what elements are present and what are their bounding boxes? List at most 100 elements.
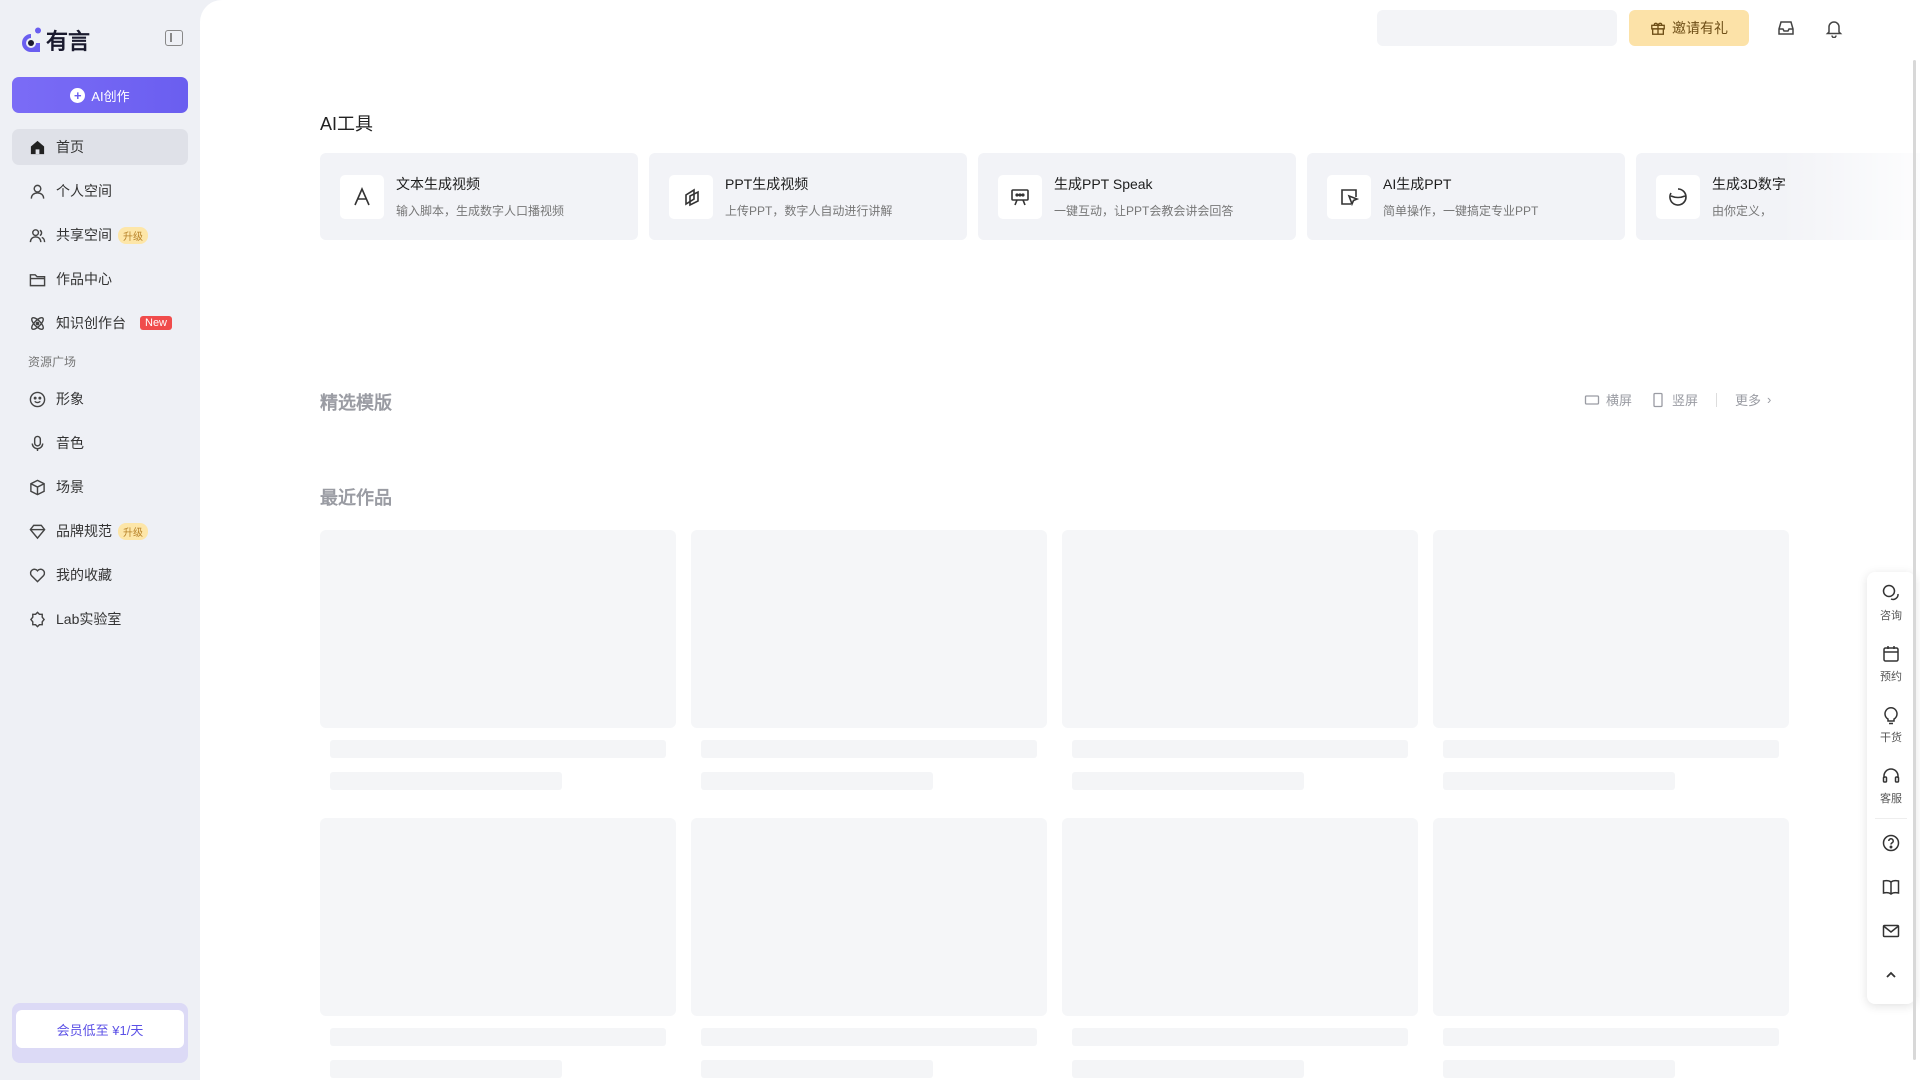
skeleton-line bbox=[330, 1028, 666, 1046]
more-label: 更多 bbox=[1735, 393, 1762, 408]
member-promo: 会员低至 ¥1/天 bbox=[12, 1003, 188, 1063]
sidebar-item-scene[interactable]: 场景 bbox=[12, 469, 188, 505]
float-label: 干货 bbox=[1880, 731, 1902, 744]
skeleton-thumb bbox=[1433, 818, 1789, 1016]
diamond-icon bbox=[29, 523, 46, 540]
ai-tools-row: 文本生成视频 输入脚本，生成数字人口播视频 PPT生成视频 上传PPT，数字人自… bbox=[320, 153, 1920, 240]
resources-button[interactable]: 干货 bbox=[1867, 694, 1915, 755]
logo[interactable]: 有言 bbox=[22, 24, 90, 56]
skeleton-line bbox=[1072, 772, 1304, 790]
3d-icon bbox=[1656, 174, 1700, 219]
mail-button[interactable] bbox=[1867, 909, 1915, 953]
scrollbar[interactable] bbox=[1913, 60, 1916, 1060]
sidebar-item-lab[interactable]: Lab实验室 bbox=[12, 601, 188, 637]
reserve-button[interactable]: 预约 bbox=[1867, 633, 1915, 694]
search-input[interactable] bbox=[1377, 10, 1617, 46]
sidebar-item-works[interactable]: 作品中心 bbox=[12, 261, 188, 297]
sidebar-collapse-icon[interactable] bbox=[165, 30, 183, 46]
sidebar-item-shared[interactable]: 共享空间 升级 bbox=[12, 217, 188, 253]
bell-icon[interactable] bbox=[1823, 17, 1845, 39]
sidebar-item-personal[interactable]: 个人空间 bbox=[12, 173, 188, 209]
skeleton-thumb bbox=[691, 530, 1047, 728]
heart-icon bbox=[29, 567, 46, 584]
divider bbox=[1716, 392, 1718, 407]
skeleton-line bbox=[1443, 740, 1779, 758]
skeleton-line bbox=[330, 772, 562, 790]
skeleton-thumb bbox=[691, 818, 1047, 1016]
skeleton-card bbox=[320, 530, 676, 790]
landscape-toggle[interactable]: 横屏 bbox=[1584, 390, 1632, 409]
skeleton-line bbox=[701, 1060, 933, 1078]
calendar-icon bbox=[1883, 645, 1899, 662]
tool-card-text-video[interactable]: 文本生成视频 输入脚本，生成数字人口播视频 bbox=[320, 153, 638, 240]
back-to-top-button[interactable] bbox=[1867, 953, 1915, 997]
skeleton-thumb bbox=[1062, 818, 1418, 1016]
skeleton-thumb bbox=[1433, 530, 1789, 728]
book-icon bbox=[1882, 879, 1900, 895]
skeleton-line bbox=[701, 772, 933, 790]
sidebar-nav: 首页 个人空间 共享空间 升级 作品中心 知识创作台 New 资源广场 形象 音… bbox=[12, 129, 188, 645]
mic-icon bbox=[29, 435, 46, 452]
divider bbox=[1875, 818, 1907, 819]
member-promo-button[interactable]: 会员低至 ¥1/天 bbox=[16, 1010, 184, 1048]
sidebar-item-knowledge[interactable]: 知识创作台 New bbox=[12, 305, 188, 341]
sidebar-item-favorites[interactable]: 我的收藏 bbox=[12, 557, 188, 593]
skeleton-thumb bbox=[320, 818, 676, 1016]
consult-button[interactable]: 咨询 bbox=[1867, 572, 1915, 633]
upgrade-badge: 升级 bbox=[118, 522, 148, 540]
skeleton-line bbox=[1072, 740, 1408, 758]
tool-title: 文本生成视频 bbox=[396, 176, 480, 192]
skeleton-card bbox=[320, 818, 676, 1078]
sidebar-item-label: 共享空间 bbox=[56, 227, 112, 243]
sidebar: 有言 + AI创作 首页 个人空间 共享空间 升级 作品中心 知识创作台 New… bbox=[0, 0, 200, 1080]
portrait-label: 竖屏 bbox=[1672, 393, 1699, 408]
portrait-toggle[interactable]: 竖屏 bbox=[1650, 390, 1698, 409]
ai-tools-title: AI工具 bbox=[320, 114, 374, 134]
sidebar-item-label: 形象 bbox=[56, 391, 84, 407]
smile-icon bbox=[29, 391, 46, 408]
tool-desc: 上传PPT，数字人自动进行讲解 bbox=[725, 204, 893, 218]
skeleton-card bbox=[1433, 530, 1789, 790]
user-icon bbox=[29, 183, 46, 200]
landscape-icon bbox=[1584, 394, 1600, 405]
ai-create-button[interactable]: + AI创作 bbox=[12, 77, 188, 113]
view-toggles: 横屏 竖屏 更多 › bbox=[1584, 390, 1771, 409]
bulb-icon bbox=[1884, 706, 1898, 724]
tool-card-ppt-video[interactable]: PPT生成视频 上传PPT，数字人自动进行讲解 bbox=[649, 153, 967, 240]
skeleton-line bbox=[701, 740, 1037, 758]
atom-icon bbox=[29, 315, 46, 332]
sidebar-item-label: 个人空间 bbox=[56, 183, 112, 199]
more-link[interactable]: 更多 › bbox=[1735, 390, 1771, 409]
tool-desc: 输入脚本，生成数字人口播视频 bbox=[396, 204, 565, 218]
sidebar-item-label: 知识创作台 bbox=[56, 315, 126, 331]
new-badge: New bbox=[140, 316, 173, 330]
help-button[interactable] bbox=[1867, 821, 1915, 865]
logo-text: 有言 bbox=[46, 29, 91, 54]
sidebar-item-brand[interactable]: 品牌规范 升级 bbox=[12, 513, 188, 549]
sidebar-item-avatar[interactable]: 形象 bbox=[12, 381, 188, 417]
skeleton-line bbox=[1443, 1028, 1779, 1046]
tool-card-ppt-speak[interactable]: 生成PPT Speak 一键互动，让PPT会教会讲会回答 bbox=[978, 153, 1296, 240]
support-button[interactable]: 客服 bbox=[1867, 755, 1915, 816]
landscape-label: 横屏 bbox=[1606, 393, 1633, 408]
skeleton-row bbox=[320, 818, 1792, 1078]
invite-button[interactable]: 邀请有礼 bbox=[1629, 10, 1749, 46]
inbox-icon[interactable] bbox=[1775, 17, 1797, 39]
folder-icon bbox=[29, 271, 46, 288]
skeleton-card bbox=[1062, 530, 1418, 790]
skeleton-line bbox=[1443, 772, 1675, 790]
recent-title: 最近作品 bbox=[320, 488, 392, 508]
presentation-icon bbox=[998, 174, 1042, 219]
sidebar-item-label: 场景 bbox=[56, 479, 84, 495]
skeleton-line bbox=[1072, 1060, 1304, 1078]
skeleton-line bbox=[1443, 1060, 1675, 1078]
sidebar-item-voice[interactable]: 音色 bbox=[12, 425, 188, 461]
sidebar-item-home[interactable]: 首页 bbox=[12, 129, 188, 165]
docs-button[interactable] bbox=[1867, 865, 1915, 909]
float-label: 咨询 bbox=[1880, 609, 1902, 622]
resources-section-label: 资源广场 bbox=[28, 354, 77, 369]
tool-title: AI生成PPT bbox=[1383, 176, 1452, 192]
invite-label: 邀请有礼 bbox=[1672, 20, 1728, 36]
tool-card-ai-ppt[interactable]: AI生成PPT 简单操作，一键搞定专业PPT bbox=[1307, 153, 1625, 240]
floating-toolbar: 咨询 预约 干货 客服 bbox=[1867, 572, 1915, 1004]
